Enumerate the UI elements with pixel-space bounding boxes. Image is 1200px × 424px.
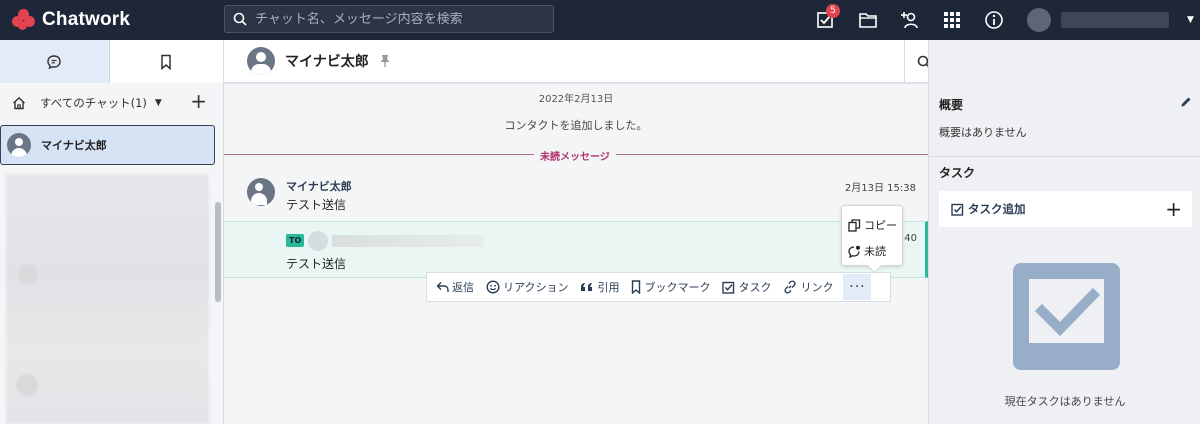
edit-pencil-icon[interactable] — [1180, 96, 1192, 108]
search-input[interactable] — [255, 11, 545, 27]
chatwork-logo[interactable]: Chatwork — [12, 8, 130, 32]
copy-menu-item[interactable]: コピー — [848, 212, 902, 238]
user-menu[interactable]: ▼ — [1027, 8, 1194, 32]
task-section-title: タスク — [939, 166, 976, 180]
user-avatar — [1027, 8, 1051, 32]
room-header: マイナビ太郎 — [224, 40, 990, 83]
folder-icon[interactable] — [856, 8, 880, 32]
reply-button[interactable]: 返信 — [436, 279, 474, 295]
link-icon — [784, 280, 797, 294]
task-button[interactable]: タスク — [722, 279, 771, 295]
chat-filter[interactable]: すべてのチャット(1) ▼ + — [0, 83, 223, 123]
bookmark-tab[interactable] — [109, 40, 223, 83]
system-message: コンタクトを追加しました。 — [504, 119, 648, 132]
date-separator: 2022年2月13日 — [224, 83, 928, 105]
apps-grid-icon[interactable] — [940, 8, 964, 32]
task-label: タスク — [738, 281, 772, 294]
home-icon — [13, 97, 25, 110]
filter-caret-icon[interactable]: ▼ — [155, 98, 162, 108]
quote-icon — [581, 283, 593, 291]
add-task-plus-icon[interactable]: + — [1165, 197, 1182, 221]
reply-icon — [436, 282, 449, 292]
reply-label: 返信 — [452, 281, 474, 294]
chatwork-logo-mark — [12, 8, 36, 32]
to-recipient-name-redacted — [332, 235, 484, 247]
unread-label: 未読 — [864, 245, 886, 258]
to-recipient-avatar — [308, 231, 328, 251]
bookmark-label: ブックマーク — [644, 281, 711, 294]
reaction-label: リアクション — [503, 281, 569, 294]
room-header-avatar — [247, 47, 275, 75]
search-box[interactable] — [224, 5, 554, 33]
bookmark-icon — [632, 280, 641, 294]
top-header: Chatwork 5 ▼ — [0, 0, 1200, 40]
smile-icon — [486, 280, 500, 294]
bookmark-button[interactable]: ブックマーク — [631, 279, 710, 295]
search-icon — [233, 12, 247, 26]
message-body: テスト送信 — [286, 198, 347, 212]
add-chat-button[interactable]: + — [190, 91, 207, 111]
task-check-icon — [722, 281, 735, 294]
message-item[interactable]: マイナビ太郎 2月13日 15:38 テスト送信 — [224, 176, 928, 220]
pin-icon[interactable] — [379, 54, 391, 68]
empty-task-icon — [1013, 263, 1120, 370]
task-check-icon — [951, 203, 964, 216]
copy-label: コピー — [864, 219, 897, 232]
add-task-label: タスク追加 — [968, 202, 1026, 216]
room-name: マイナビ太郎 — [41, 139, 107, 152]
bookmark-icon — [161, 54, 171, 70]
quote-label: 引用 — [597, 281, 620, 294]
add-contact-icon[interactable] — [898, 8, 922, 32]
sidebar-scrollbar[interactable] — [215, 202, 221, 302]
task-count-badge: 5 — [826, 4, 840, 18]
message-body: テスト送信 — [286, 257, 347, 271]
chat-filter-label[interactable]: すべてのチャット(1) — [40, 95, 147, 111]
room-info-panel: 概要 概要はありません タスク タスク追加 + 現在タスクはありません — [928, 40, 1200, 424]
room-avatar — [7, 133, 31, 157]
reaction-button[interactable]: リアクション — [486, 279, 568, 295]
message-timestamp: 2月13日 15:38 — [844, 183, 916, 194]
message-action-bar: 返信 リアクション 引用 ブックマーク タスク リンク ··· — [426, 272, 891, 302]
add-task-button[interactable]: タスク追加 + — [939, 191, 1192, 227]
mark-unread-menu-item[interactable]: 未読 — [848, 238, 902, 264]
info-icon[interactable] — [982, 8, 1006, 32]
more-options-menu: コピー 未読 — [841, 205, 903, 266]
sender-name[interactable]: マイナビ太郎 — [286, 178, 352, 194]
link-label: リンク — [800, 281, 834, 294]
unread-bubble-icon — [848, 245, 860, 258]
user-name-redacted — [1061, 12, 1169, 28]
unread-label: 未読メッセージ — [534, 148, 616, 163]
panel-divider — [929, 156, 1200, 157]
app-name: Chatwork — [42, 9, 131, 30]
to-tag: TO — [286, 234, 305, 247]
message-item-highlighted[interactable]: TO 40 テスト送信 — [224, 221, 928, 278]
caret-down-icon: ▼ — [1187, 15, 1194, 25]
empty-task-text: 現在タスクはありません — [1004, 395, 1126, 408]
chat-bubble-icon — [47, 54, 61, 69]
summary-text: 概要はありません — [939, 126, 1027, 139]
chat-main: マイナビ太郎 2022年2月13日 コンタクトを追加しました。 未読メッセージ … — [224, 40, 990, 424]
link-button[interactable]: リンク — [783, 279, 833, 295]
message-timestamp: 40 — [904, 233, 917, 244]
room-title: マイナビ太郎 — [285, 54, 369, 70]
copy-icon — [848, 218, 861, 232]
summary-title: 概要 — [939, 98, 964, 112]
sender-avatar[interactable] — [247, 178, 275, 206]
room-list-item[interactable]: マイナビ太郎 — [0, 125, 215, 165]
quote-button[interactable]: 引用 — [580, 279, 619, 295]
blurred-room-list — [6, 174, 209, 424]
chat-sidebar: すべてのチャット(1) ▼ + マイナビ太郎 — [0, 40, 224, 424]
more-options-button[interactable]: ··· — [843, 274, 872, 300]
sidebar-tabs — [0, 40, 223, 83]
task-check-icon[interactable]: 5 — [814, 4, 840, 32]
chat-tab[interactable] — [0, 40, 110, 83]
